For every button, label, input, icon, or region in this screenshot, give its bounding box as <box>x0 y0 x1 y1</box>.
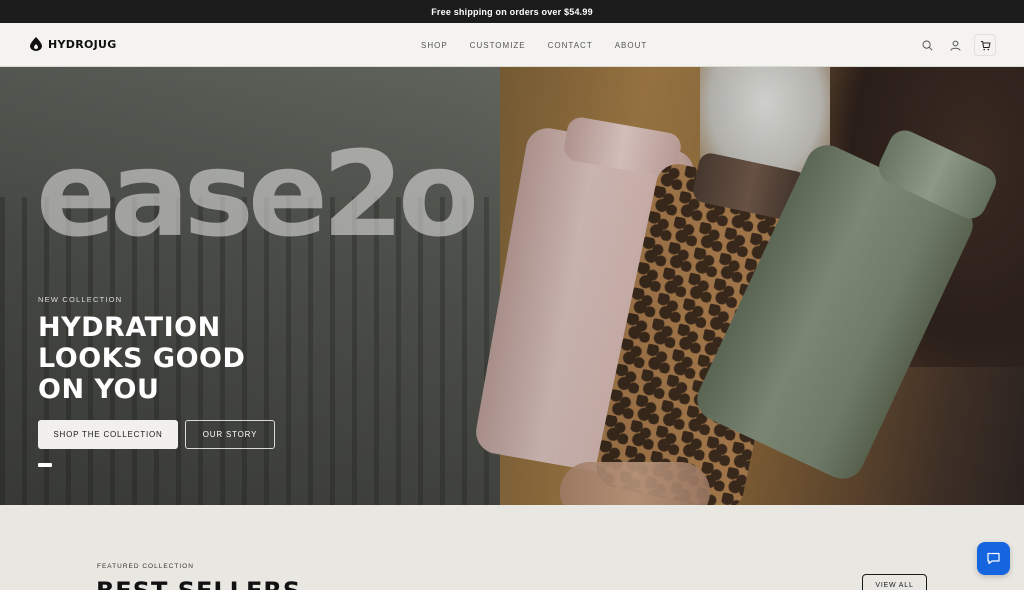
hero-headline: HYDRATION LOOKS GOOD ON YOU <box>38 312 245 405</box>
account-button[interactable] <box>946 34 964 56</box>
hero-headline-line-1: HYDRATION <box>38 312 221 343</box>
chat-button[interactable] <box>977 542 1010 575</box>
chat-icon <box>987 552 1000 565</box>
main-nav: SHOP CUSTOMIZE CONTACT ABOUT <box>421 23 669 67</box>
featured-title: BEST SELLERS <box>96 577 301 590</box>
slide-indicator[interactable] <box>38 463 52 467</box>
view-all-button[interactable]: VIEW ALL <box>862 574 927 590</box>
search-icon <box>922 40 933 51</box>
shop-collection-button[interactable]: SHOP THE COLLECTION <box>38 420 178 449</box>
cart-icon <box>980 40 991 50</box>
announcement-text: Free shipping on orders over $54.99 <box>431 6 593 17</box>
hero-script-word: ease2o <box>36 125 479 263</box>
hero-eyebrow: NEW COLLECTION <box>38 295 123 304</box>
announcement-bar: Free shipping on orders over $54.99 <box>0 0 1024 23</box>
search-button[interactable] <box>918 34 936 56</box>
site-header: HYDROJUG SHOP CUSTOMIZE CONTACT ABOUT <box>0 23 1024 67</box>
nav-customize[interactable]: CUSTOMIZE <box>470 41 526 50</box>
nav-shop[interactable]: SHOP <box>421 41 448 50</box>
brand-name: HYDROJUG <box>48 37 117 51</box>
featured-eyebrow: FEATURED COLLECTION <box>97 563 194 570</box>
drop-logo-icon <box>30 37 42 51</box>
hero-banner: ease2o NEW COLLECTION HYDRATION LOOKS GO… <box>0 67 1024 505</box>
header-actions <box>918 34 996 56</box>
nav-about[interactable]: ABOUT <box>615 41 648 50</box>
cart-button[interactable] <box>974 34 996 56</box>
hero-headline-line-2: LOOKS GOOD <box>38 343 246 374</box>
brand-logo[interactable]: HYDROJUG <box>30 37 117 51</box>
our-story-button[interactable]: OUR STORY <box>185 420 275 449</box>
account-icon <box>950 40 960 51</box>
hero-headline-line-3: ON YOU <box>38 374 160 405</box>
nav-contact[interactable]: CONTACT <box>548 41 593 50</box>
